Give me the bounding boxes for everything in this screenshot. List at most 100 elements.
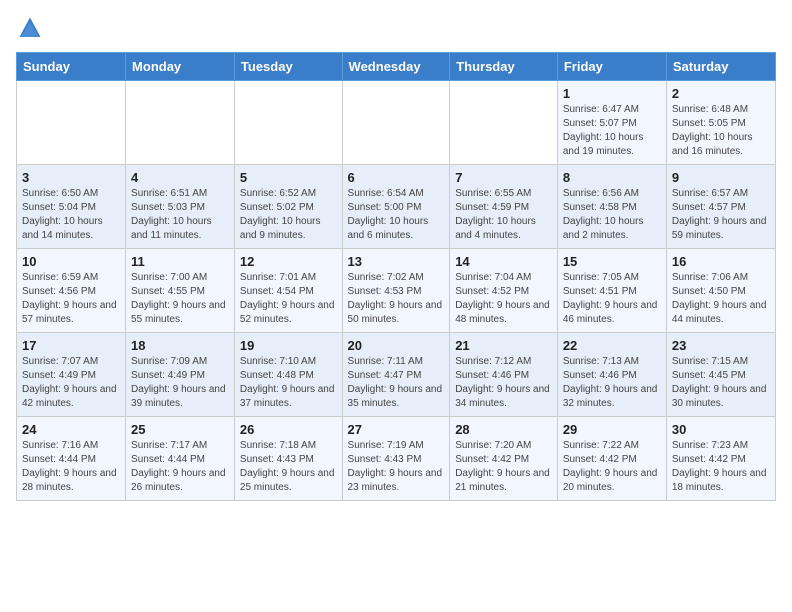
day-info: Sunrise: 6:51 AM Sunset: 5:03 PM Dayligh… xyxy=(131,188,212,241)
calendar-cell: 13Sunrise: 7:02 AM Sunset: 4:53 PM Dayli… xyxy=(342,249,450,333)
header-day-saturday: Saturday xyxy=(666,53,775,81)
day-info: Sunrise: 7:10 AM Sunset: 4:48 PM Dayligh… xyxy=(240,356,335,409)
header-day-friday: Friday xyxy=(557,53,666,81)
day-number: 14 xyxy=(455,254,552,269)
day-info: Sunrise: 7:12 AM Sunset: 4:46 PM Dayligh… xyxy=(455,356,550,409)
day-number: 22 xyxy=(563,338,661,353)
calendar-cell: 28 Sunrise: 7:20 AM Sunset: 4:42 PM Dayli… xyxy=(450,417,558,501)
calendar-cell: 8 Sunrise: 6:56 AM Sunset: 4:58 PM Daylig… xyxy=(557,165,666,249)
day-number: 11 xyxy=(131,254,229,269)
calendar-week-4: 17 Sunrise: 7:07 AM Sunset: 4:49 PM Dayli… xyxy=(17,333,776,417)
calendar-cell xyxy=(17,81,126,165)
calendar-cell: 18Sunrise: 7:09 AM Sunset: 4:49 PM Dayli… xyxy=(126,333,235,417)
calendar-cell xyxy=(342,81,450,165)
calendar-cell: 27 Sunrise: 7:19 AM Sunset: 4:43 PM Dayli… xyxy=(342,417,450,501)
calendar-cell: 2 Sunrise: 6:48 AM Sunset: 5:05 PM Daylig… xyxy=(666,81,775,165)
calendar-table: SundayMondayTuesdayWednesdayThursdayFrid… xyxy=(16,52,776,501)
day-info: Sunrise: 7:16 AM Sunset: 4:44 PM Dayligh… xyxy=(22,440,117,493)
day-number: 7 xyxy=(455,170,552,185)
day-number: 30 xyxy=(672,422,770,437)
day-info: Sunrise: 6:54 AM Sunset: 5:00 PM Dayligh… xyxy=(348,188,429,241)
calendar-cell: 7 Sunrise: 6:55 AM Sunset: 4:59 PM Daylig… xyxy=(450,165,558,249)
day-info: Sunrise: 7:09 AM Sunset: 4:49 PM Dayligh… xyxy=(131,356,226,409)
calendar-cell: 3Sunrise: 6:50 AM Sunset: 5:04 PM Daylig… xyxy=(17,165,126,249)
day-number: 12 xyxy=(240,254,337,269)
header-day-sunday: Sunday xyxy=(17,53,126,81)
day-info: Sunrise: 6:59 AM Sunset: 4:56 PM Dayligh… xyxy=(22,272,117,325)
calendar-cell: 15 Sunrise: 7:05 AM Sunset: 4:51 PM Dayli… xyxy=(557,249,666,333)
day-info: Sunrise: 7:20 AM Sunset: 4:42 PM Dayligh… xyxy=(455,440,550,493)
day-info: Sunrise: 7:11 AM Sunset: 4:47 PM Dayligh… xyxy=(348,356,443,409)
calendar-cell: 16 Sunrise: 7:06 AM Sunset: 4:50 PM Dayli… xyxy=(666,249,775,333)
day-number: 23 xyxy=(672,338,770,353)
day-info: Sunrise: 6:56 AM Sunset: 4:58 PM Dayligh… xyxy=(563,188,644,241)
calendar-cell: 22Sunrise: 7:13 AM Sunset: 4:46 PM Dayli… xyxy=(557,333,666,417)
calendar-cell: 11 Sunrise: 7:00 AM Sunset: 4:55 PM Dayli… xyxy=(126,249,235,333)
day-info: Sunrise: 6:55 AM Sunset: 4:59 PM Dayligh… xyxy=(455,188,536,241)
day-number: 19 xyxy=(240,338,337,353)
day-number: 1 xyxy=(563,86,661,101)
calendar-week-1: 1 Sunrise: 6:47 AM Sunset: 5:07 PM Daylig… xyxy=(17,81,776,165)
day-number: 3 xyxy=(22,170,120,185)
day-number: 10 xyxy=(22,254,120,269)
calendar-body: 1 Sunrise: 6:47 AM Sunset: 5:07 PM Daylig… xyxy=(17,81,776,501)
day-number: 15 xyxy=(563,254,661,269)
day-number: 27 xyxy=(348,422,445,437)
header-day-wednesday: Wednesday xyxy=(342,53,450,81)
calendar-cell: 5Sunrise: 6:52 AM Sunset: 5:02 PM Daylig… xyxy=(234,165,342,249)
day-number: 21 xyxy=(455,338,552,353)
day-number: 24 xyxy=(22,422,120,437)
calendar-week-3: 10 Sunrise: 6:59 AM Sunset: 4:56 PM Dayli… xyxy=(17,249,776,333)
day-info: Sunrise: 7:06 AM Sunset: 4:50 PM Dayligh… xyxy=(672,272,767,325)
day-number: 28 xyxy=(455,422,552,437)
calendar-cell: 30Sunrise: 7:23 AM Sunset: 4:42 PM Dayli… xyxy=(666,417,775,501)
day-info: Sunrise: 7:18 AM Sunset: 4:43 PM Dayligh… xyxy=(240,440,335,493)
day-info: Sunrise: 7:00 AM Sunset: 4:55 PM Dayligh… xyxy=(131,272,226,325)
day-info: Sunrise: 6:57 AM Sunset: 4:57 PM Dayligh… xyxy=(672,188,767,241)
day-info: Sunrise: 7:19 AM Sunset: 4:43 PM Dayligh… xyxy=(348,440,443,493)
calendar-cell: 9 Sunrise: 6:57 AM Sunset: 4:57 PM Daylig… xyxy=(666,165,775,249)
day-number: 8 xyxy=(563,170,661,185)
calendar-cell: 23 Sunrise: 7:15 AM Sunset: 4:45 PM Dayli… xyxy=(666,333,775,417)
day-info: Sunrise: 6:48 AM Sunset: 5:05 PM Dayligh… xyxy=(672,104,753,157)
day-number: 6 xyxy=(348,170,445,185)
day-info: Sunrise: 7:01 AM Sunset: 4:54 PM Dayligh… xyxy=(240,272,335,325)
day-info: Sunrise: 7:04 AM Sunset: 4:52 PM Dayligh… xyxy=(455,272,550,325)
day-info: Sunrise: 7:07 AM Sunset: 4:49 PM Dayligh… xyxy=(22,356,117,409)
calendar-cell: 21 Sunrise: 7:12 AM Sunset: 4:46 PM Dayli… xyxy=(450,333,558,417)
calendar-header: SundayMondayTuesdayWednesdayThursdayFrid… xyxy=(17,53,776,81)
day-number: 25 xyxy=(131,422,229,437)
day-info: Sunrise: 7:05 AM Sunset: 4:51 PM Dayligh… xyxy=(563,272,658,325)
calendar-cell: 29 Sunrise: 7:22 AM Sunset: 4:42 PM Dayli… xyxy=(557,417,666,501)
logo-icon xyxy=(18,16,42,40)
calendar-cell: 20 Sunrise: 7:11 AM Sunset: 4:47 PM Dayli… xyxy=(342,333,450,417)
day-info: Sunrise: 6:47 AM Sunset: 5:07 PM Dayligh… xyxy=(563,104,644,157)
day-number: 17 xyxy=(22,338,120,353)
calendar-cell: 12 Sunrise: 7:01 AM Sunset: 4:54 PM Dayli… xyxy=(234,249,342,333)
day-number: 9 xyxy=(672,170,770,185)
calendar-cell: 6 Sunrise: 6:54 AM Sunset: 5:00 PM Daylig… xyxy=(342,165,450,249)
header-day-tuesday: Tuesday xyxy=(234,53,342,81)
day-number: 16 xyxy=(672,254,770,269)
day-info: Sunrise: 7:22 AM Sunset: 4:42 PM Dayligh… xyxy=(563,440,658,493)
calendar-cell xyxy=(234,81,342,165)
calendar-cell: 26 Sunrise: 7:18 AM Sunset: 4:43 PM Dayli… xyxy=(234,417,342,501)
calendar-cell: 4Sunrise: 6:51 AM Sunset: 5:03 PM Daylig… xyxy=(126,165,235,249)
calendar-cell xyxy=(450,81,558,165)
day-number: 26 xyxy=(240,422,337,437)
calendar-week-2: 3Sunrise: 6:50 AM Sunset: 5:04 PM Daylig… xyxy=(17,165,776,249)
calendar-cell: 25Sunrise: 7:17 AM Sunset: 4:44 PM Dayli… xyxy=(126,417,235,501)
calendar-cell: 19 Sunrise: 7:10 AM Sunset: 4:48 PM Dayli… xyxy=(234,333,342,417)
day-number: 2 xyxy=(672,86,770,101)
day-number: 20 xyxy=(348,338,445,353)
day-info: Sunrise: 7:15 AM Sunset: 4:45 PM Dayligh… xyxy=(672,356,767,409)
logo xyxy=(16,16,46,40)
calendar-week-5: 24 Sunrise: 7:16 AM Sunset: 4:44 PM Dayli… xyxy=(17,417,776,501)
header-day-monday: Monday xyxy=(126,53,235,81)
calendar-cell: 14 Sunrise: 7:04 AM Sunset: 4:52 PM Dayli… xyxy=(450,249,558,333)
day-info: Sunrise: 6:52 AM Sunset: 5:02 PM Dayligh… xyxy=(240,188,321,241)
day-number: 29 xyxy=(563,422,661,437)
calendar-cell: 17 Sunrise: 7:07 AM Sunset: 4:49 PM Dayli… xyxy=(17,333,126,417)
day-info: Sunrise: 7:02 AM Sunset: 4:53 PM Dayligh… xyxy=(348,272,443,325)
calendar-cell: 24 Sunrise: 7:16 AM Sunset: 4:44 PM Dayli… xyxy=(17,417,126,501)
